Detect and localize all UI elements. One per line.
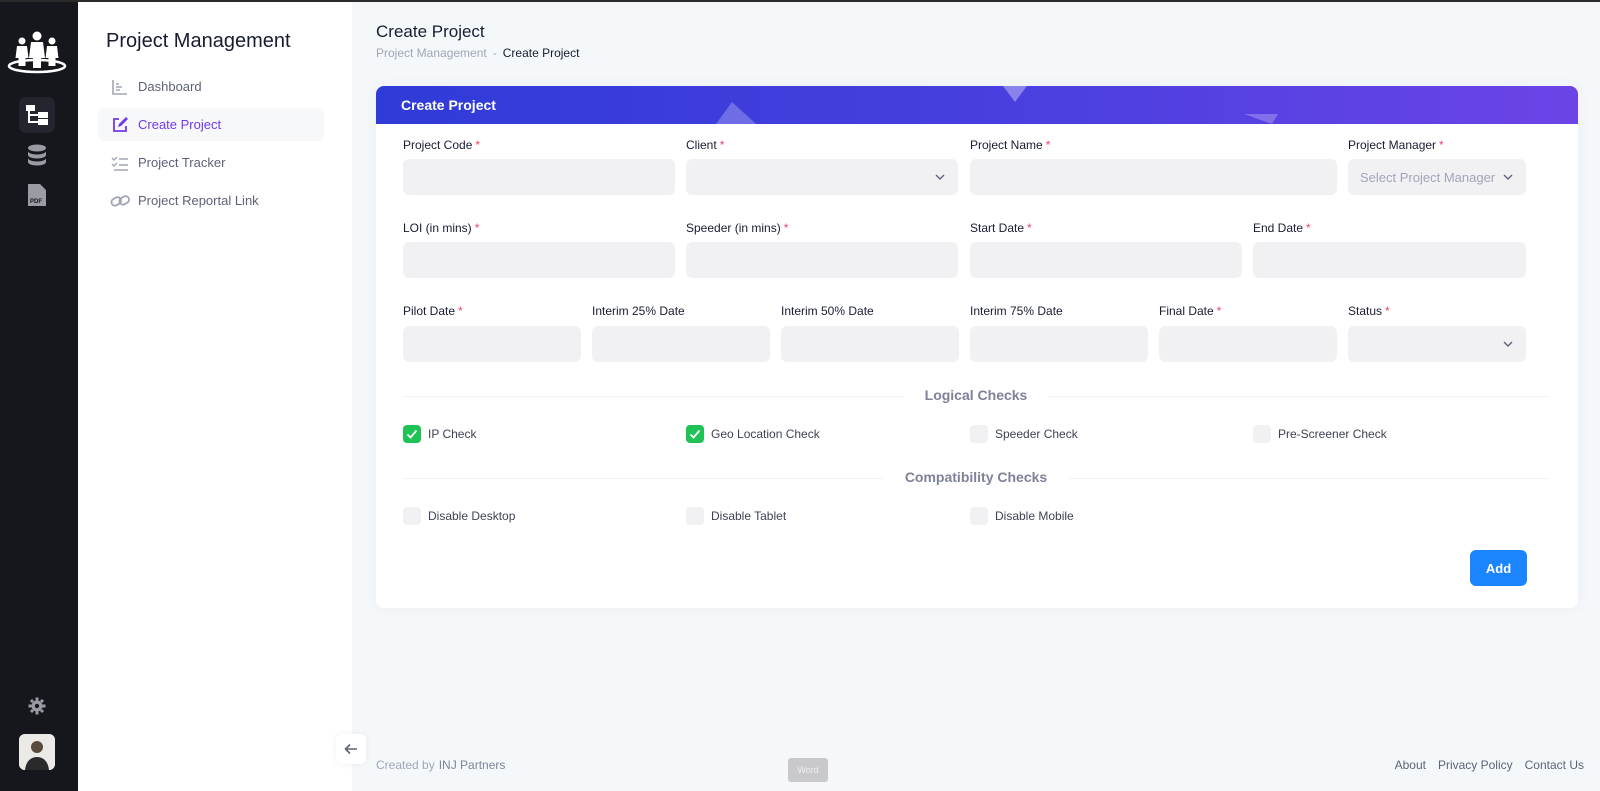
- client-select[interactable]: [686, 159, 958, 195]
- checkbox-box[interactable]: [686, 507, 704, 525]
- project-code-input[interactable]: [403, 159, 675, 195]
- disable-tablet-checkbox[interactable]: Disable Tablet: [686, 507, 786, 525]
- interim25-input[interactable]: [592, 326, 770, 362]
- check-icon: [406, 429, 418, 439]
- compatibility-checks-section: Compatibility Checks: [403, 468, 1549, 488]
- geo-location-check-checkbox[interactable]: Geo Location Check: [686, 425, 820, 443]
- check-icon: [689, 429, 701, 439]
- card-header: Create Project: [376, 86, 1578, 124]
- speeder-check-checkbox[interactable]: Speeder Check: [970, 425, 1078, 443]
- interim75-label: Interim 75% Date: [970, 304, 1063, 318]
- footer-link-about[interactable]: About: [1395, 758, 1426, 772]
- interim25-label: Interim 25% Date: [592, 304, 685, 318]
- divider: [1069, 478, 1549, 479]
- sidebar-item-project-tracker[interactable]: Project Tracker: [98, 146, 324, 179]
- end-date-input[interactable]: [1253, 242, 1526, 278]
- footer-credit: Created by INJ Partners: [376, 758, 506, 772]
- chevron-down-icon: [1503, 174, 1513, 180]
- project-manager-placeholder: Select Project Manager: [1360, 169, 1496, 185]
- chart-icon: [110, 77, 130, 97]
- arrow-left-icon: [344, 743, 357, 755]
- logical-checks-section: Logical Checks: [403, 386, 1549, 406]
- decor-triangle-icon: [1003, 86, 1027, 102]
- loi-label: LOI (in mins) *: [403, 221, 480, 235]
- pilot-date-input[interactable]: [403, 326, 581, 362]
- final-date-label: Final Date *: [1159, 304, 1222, 318]
- logo-icon: [7, 31, 67, 74]
- database-icon[interactable]: [19, 137, 55, 173]
- loi-input[interactable]: [403, 242, 675, 278]
- pre-screener-check-checkbox[interactable]: Pre-Screener Check: [1253, 425, 1387, 443]
- start-date-input[interactable]: [970, 242, 1242, 278]
- checkbox-box[interactable]: [403, 507, 421, 525]
- add-button[interactable]: Add: [1470, 550, 1527, 586]
- chevron-down-icon: [935, 174, 945, 180]
- checkbox-box[interactable]: [970, 425, 988, 443]
- speeder-label: Speeder (in mins) *: [686, 221, 789, 235]
- ip-check-checkbox[interactable]: IP Check: [403, 425, 476, 443]
- main-content: Create Project Project Management - Crea…: [352, 2, 1600, 791]
- speeder-input[interactable]: [686, 242, 958, 278]
- checkbox-box[interactable]: [1253, 425, 1271, 443]
- sidebar-item-label: Create Project: [138, 117, 222, 132]
- footer-links: About Privacy Policy Contact Us: [1395, 758, 1584, 772]
- disable-mobile-checkbox[interactable]: Disable Mobile: [970, 507, 1074, 525]
- sidebar-item-label: Project Reportal Link: [138, 193, 259, 208]
- decor-triangle-icon: [716, 102, 756, 124]
- checkbox-box[interactable]: [403, 425, 421, 443]
- sidebar-item-dashboard[interactable]: Dashboard: [98, 70, 324, 103]
- interim50-label: Interim 50% Date: [781, 304, 874, 318]
- project-code-label: Project Code *: [403, 138, 481, 152]
- logical-checks-title: Logical Checks: [924, 387, 1028, 403]
- footer-link-privacy-policy[interactable]: Privacy Policy: [1438, 758, 1513, 772]
- decor-triangle-icon: [1244, 114, 1278, 124]
- interim50-input[interactable]: [781, 326, 959, 362]
- word-badge: Word: [788, 758, 828, 782]
- svg-text:PDF: PDF: [30, 199, 42, 205]
- client-label: Client *: [686, 138, 725, 152]
- project-manager-select[interactable]: Select Project Manager: [1348, 159, 1526, 195]
- chevron-down-icon: [1503, 341, 1513, 347]
- status-select[interactable]: [1348, 326, 1526, 362]
- disable-desktop-checkbox[interactable]: Disable Desktop: [403, 507, 515, 525]
- breadcrumb-separator: -: [492, 46, 497, 60]
- sidebar-item-label: Project Tracker: [138, 155, 226, 170]
- compatibility-checks-title: Compatibility Checks: [904, 469, 1048, 485]
- page-title: Create Project: [376, 22, 485, 41]
- end-date-label: End Date *: [1253, 221, 1311, 235]
- breadcrumb: Project Management - Create Project: [376, 46, 579, 60]
- sidebar-item-create-project[interactable]: Create Project: [98, 108, 324, 141]
- gear-icon[interactable]: [19, 688, 55, 724]
- footer-link-contact-us[interactable]: Contact Us: [1525, 758, 1584, 772]
- collapse-sidebar-button[interactable]: [336, 734, 366, 764]
- breadcrumb-current: Create Project: [502, 46, 580, 60]
- divider: [1049, 396, 1549, 397]
- hierarchy-icon[interactable]: [19, 97, 55, 133]
- status-label: Status *: [1348, 304, 1390, 318]
- create-project-card: Create Project Project Code * Client * Pro…: [376, 86, 1578, 608]
- pdf-icon[interactable]: PDF: [19, 177, 55, 213]
- sidebar-title: Project Management: [106, 30, 291, 52]
- sidebar: Project Management Dashboard Create Proj…: [78, 2, 352, 791]
- icon-rail: PDF: [0, 2, 78, 791]
- checkbox-box[interactable]: [686, 425, 704, 443]
- sidebar-item-project-reportal-link[interactable]: Project Reportal Link: [98, 184, 324, 217]
- pilot-date-label: Pilot Date *: [403, 304, 463, 318]
- interim75-input[interactable]: [970, 326, 1148, 362]
- edit-icon: [110, 115, 130, 135]
- checklist-icon: [110, 153, 130, 173]
- sidebar-item-label: Dashboard: [138, 79, 202, 94]
- sidebar-nav: Dashboard Create Project Project Tracker…: [98, 70, 324, 222]
- start-date-label: Start Date *: [970, 221, 1032, 235]
- project-name-label: Project Name *: [970, 138, 1051, 152]
- checkbox-box[interactable]: [970, 507, 988, 525]
- project-manager-label: Project Manager *: [1348, 138, 1444, 152]
- link-icon: [110, 191, 130, 211]
- final-date-input[interactable]: [1159, 326, 1337, 362]
- avatar[interactable]: [19, 734, 55, 770]
- project-name-input[interactable]: [970, 159, 1337, 195]
- card-title: Create Project: [401, 97, 496, 113]
- breadcrumb-parent[interactable]: Project Management: [376, 46, 487, 60]
- footer-company-link[interactable]: INJ Partners: [439, 758, 506, 772]
